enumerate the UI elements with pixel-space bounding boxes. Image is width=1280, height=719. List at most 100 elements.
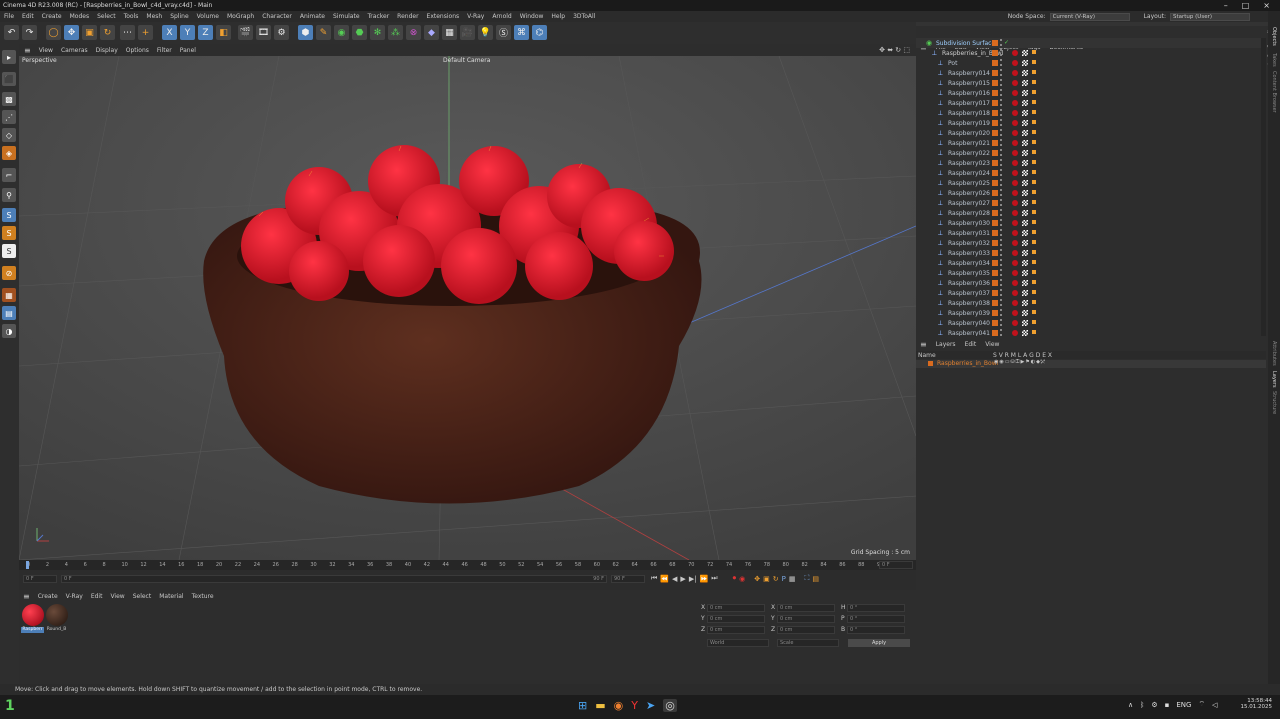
object-row[interactable]: ⟂ Pot bbox=[916, 58, 1261, 68]
checker-tag-icon[interactable] bbox=[1022, 240, 1028, 246]
layer-color-swatch[interactable] bbox=[928, 361, 933, 366]
coord-field[interactable]: 0 ° bbox=[847, 626, 905, 634]
visibility-dots-icon[interactable] bbox=[1000, 39, 1002, 46]
telegram-icon[interactable]: ➤ bbox=[646, 699, 655, 712]
camera-label[interactable]: Default Camera bbox=[443, 57, 490, 64]
layer-color-tag[interactable] bbox=[992, 190, 998, 196]
visibility-dots-icon[interactable] bbox=[1000, 59, 1002, 66]
layer-color-tag[interactable] bbox=[992, 110, 998, 116]
node-space-select[interactable]: Current (V-Ray) bbox=[1049, 12, 1130, 21]
vray-tag-icon[interactable] bbox=[1032, 60, 1036, 64]
material-tag-icon[interactable] bbox=[1012, 200, 1018, 206]
move-icon[interactable]: ✥ bbox=[64, 25, 79, 40]
material-tag-icon[interactable] bbox=[1012, 90, 1018, 96]
object-row[interactable]: ⟂ Raspberry016 bbox=[916, 88, 1261, 98]
visibility-dots-icon[interactable] bbox=[1000, 189, 1002, 196]
object-name[interactable]: Raspberry030 bbox=[948, 220, 990, 227]
key-scale-icon[interactable]: ▣ bbox=[763, 575, 770, 583]
checker-tag-icon[interactable] bbox=[1022, 290, 1028, 296]
object-name[interactable]: Raspberry027 bbox=[948, 200, 990, 207]
visibility-dots-icon[interactable] bbox=[1000, 219, 1002, 226]
material-swatch-bowl[interactable] bbox=[46, 604, 68, 626]
object-name[interactable]: Raspberry021 bbox=[948, 140, 990, 147]
object-name[interactable]: Raspberry016 bbox=[948, 90, 990, 97]
object-row[interactable]: ⟂ Raspberry026 bbox=[916, 188, 1261, 198]
viewport-label[interactable]: Perspective bbox=[22, 57, 57, 64]
object-row[interactable]: ⟂ Raspberry014 bbox=[916, 68, 1261, 78]
cinema4d-icon[interactable]: ◎ bbox=[663, 699, 677, 712]
material-tag-icon[interactable] bbox=[1012, 80, 1018, 86]
checker-tag-icon[interactable] bbox=[1022, 280, 1028, 286]
object-row[interactable]: ⟂ Raspberry041 bbox=[916, 328, 1261, 336]
material-tag-icon[interactable] bbox=[1012, 140, 1018, 146]
material-tag-icon[interactable] bbox=[1012, 270, 1018, 276]
object-name[interactable]: Raspberry026 bbox=[948, 190, 990, 197]
vray-tag-icon[interactable] bbox=[1032, 140, 1036, 144]
clock[interactable]: 13:58:44 15.01.2025 bbox=[1240, 698, 1273, 710]
vray-icon[interactable]: Ⓢ bbox=[496, 25, 511, 40]
checker-tag-icon[interactable] bbox=[1022, 80, 1028, 86]
visibility-dots-icon[interactable] bbox=[1000, 89, 1002, 96]
make-editable-icon[interactable]: ▸ bbox=[2, 50, 16, 64]
coord-field[interactable]: 0 cm bbox=[707, 626, 765, 634]
tab-attributes[interactable]: Attributes bbox=[1271, 341, 1277, 366]
tab-layers[interactable]: Layers bbox=[1271, 371, 1277, 388]
script-icon[interactable]: ⌬ bbox=[532, 25, 547, 40]
nvidia-widget-icon[interactable]: 1 bbox=[5, 698, 15, 714]
material-tag-icon[interactable] bbox=[1012, 240, 1018, 246]
vray-tag-icon[interactable] bbox=[1032, 180, 1036, 184]
material-tag-icon[interactable] bbox=[1012, 310, 1018, 316]
visibility-dots-icon[interactable] bbox=[1000, 209, 1002, 216]
viewport-menu-filter[interactable]: Filter bbox=[157, 47, 172, 54]
checker-tag-icon[interactable] bbox=[1022, 150, 1028, 156]
layer-color-tag[interactable] bbox=[992, 160, 998, 166]
object-row[interactable]: ⟂ Raspberry037 bbox=[916, 288, 1261, 298]
material-label-bowl[interactable]: Round_B bbox=[45, 627, 68, 633]
vray-tag-icon[interactable] bbox=[1032, 120, 1036, 124]
visibility-dots-icon[interactable] bbox=[1000, 49, 1002, 56]
vray-tag-icon[interactable] bbox=[1032, 130, 1036, 134]
coord-field[interactable]: 0 cm bbox=[777, 615, 835, 623]
current-frame-field[interactable]: 0 F bbox=[23, 575, 57, 583]
checker-tag-icon[interactable] bbox=[1022, 250, 1028, 256]
checker-tag-icon[interactable] bbox=[1022, 190, 1028, 196]
material-tag-icon[interactable] bbox=[1012, 50, 1018, 56]
wifi-icon[interactable]: ⌔ bbox=[1198, 700, 1205, 709]
vray-tag-icon[interactable] bbox=[1032, 290, 1036, 294]
object-name[interactable]: Raspberry031 bbox=[948, 230, 990, 237]
menu-item-modes[interactable]: Modes bbox=[70, 13, 89, 20]
pen-icon[interactable]: ✎ bbox=[316, 25, 331, 40]
material-tag-icon[interactable] bbox=[1012, 250, 1018, 256]
object-name[interactable]: Raspberry036 bbox=[948, 280, 990, 287]
visibility-dots-icon[interactable] bbox=[1000, 69, 1002, 76]
render-picture-viewer-icon[interactable]: 🎞 bbox=[256, 25, 271, 40]
size-mode-select[interactable]: Scale bbox=[777, 639, 839, 647]
next-key-icon[interactable]: ⏩ bbox=[700, 575, 709, 583]
layer-color-tag[interactable] bbox=[992, 220, 998, 226]
viewport-nav-icons[interactable]: ✥ ⬌ ↻ ⬚ bbox=[879, 46, 916, 54]
material-menu-material[interactable]: Material bbox=[159, 593, 183, 600]
object-name[interactable]: Raspberry025 bbox=[948, 180, 990, 187]
cube-icon[interactable]: ⬢ bbox=[298, 25, 313, 40]
checker-tag-icon[interactable] bbox=[1022, 210, 1028, 216]
checker-tag-icon[interactable] bbox=[1022, 310, 1028, 316]
explorer-icon[interactable]: ▬ bbox=[595, 699, 605, 712]
snap-icon[interactable]: S bbox=[2, 208, 16, 222]
checker-tag-icon[interactable] bbox=[1022, 70, 1028, 76]
material-tag-icon[interactable] bbox=[1012, 230, 1018, 236]
vray-tag-icon[interactable] bbox=[1032, 270, 1036, 274]
material-menu-edit[interactable]: Edit bbox=[91, 593, 103, 600]
visibility-dots-icon[interactable] bbox=[1000, 279, 1002, 286]
visibility-dots-icon[interactable] bbox=[1000, 149, 1002, 156]
layer-menu-edit[interactable]: Edit bbox=[965, 341, 977, 348]
layer-color-tag[interactable] bbox=[992, 130, 998, 136]
object-name[interactable]: Raspberry022 bbox=[948, 150, 990, 157]
menu-item-arnold[interactable]: Arnold bbox=[492, 13, 511, 20]
material-tag-icon[interactable] bbox=[1012, 260, 1018, 266]
frame-range-bar[interactable]: 0 F 90 F bbox=[61, 575, 607, 583]
visibility-dots-icon[interactable] bbox=[1000, 309, 1002, 316]
hamburger-icon[interactable]: ≡ bbox=[920, 340, 927, 349]
points-mode-icon[interactable]: ⋰ bbox=[2, 110, 16, 124]
browser-icon[interactable]: ◉ bbox=[614, 699, 624, 712]
object-row[interactable]: ⟂ Raspberry017 bbox=[916, 98, 1261, 108]
